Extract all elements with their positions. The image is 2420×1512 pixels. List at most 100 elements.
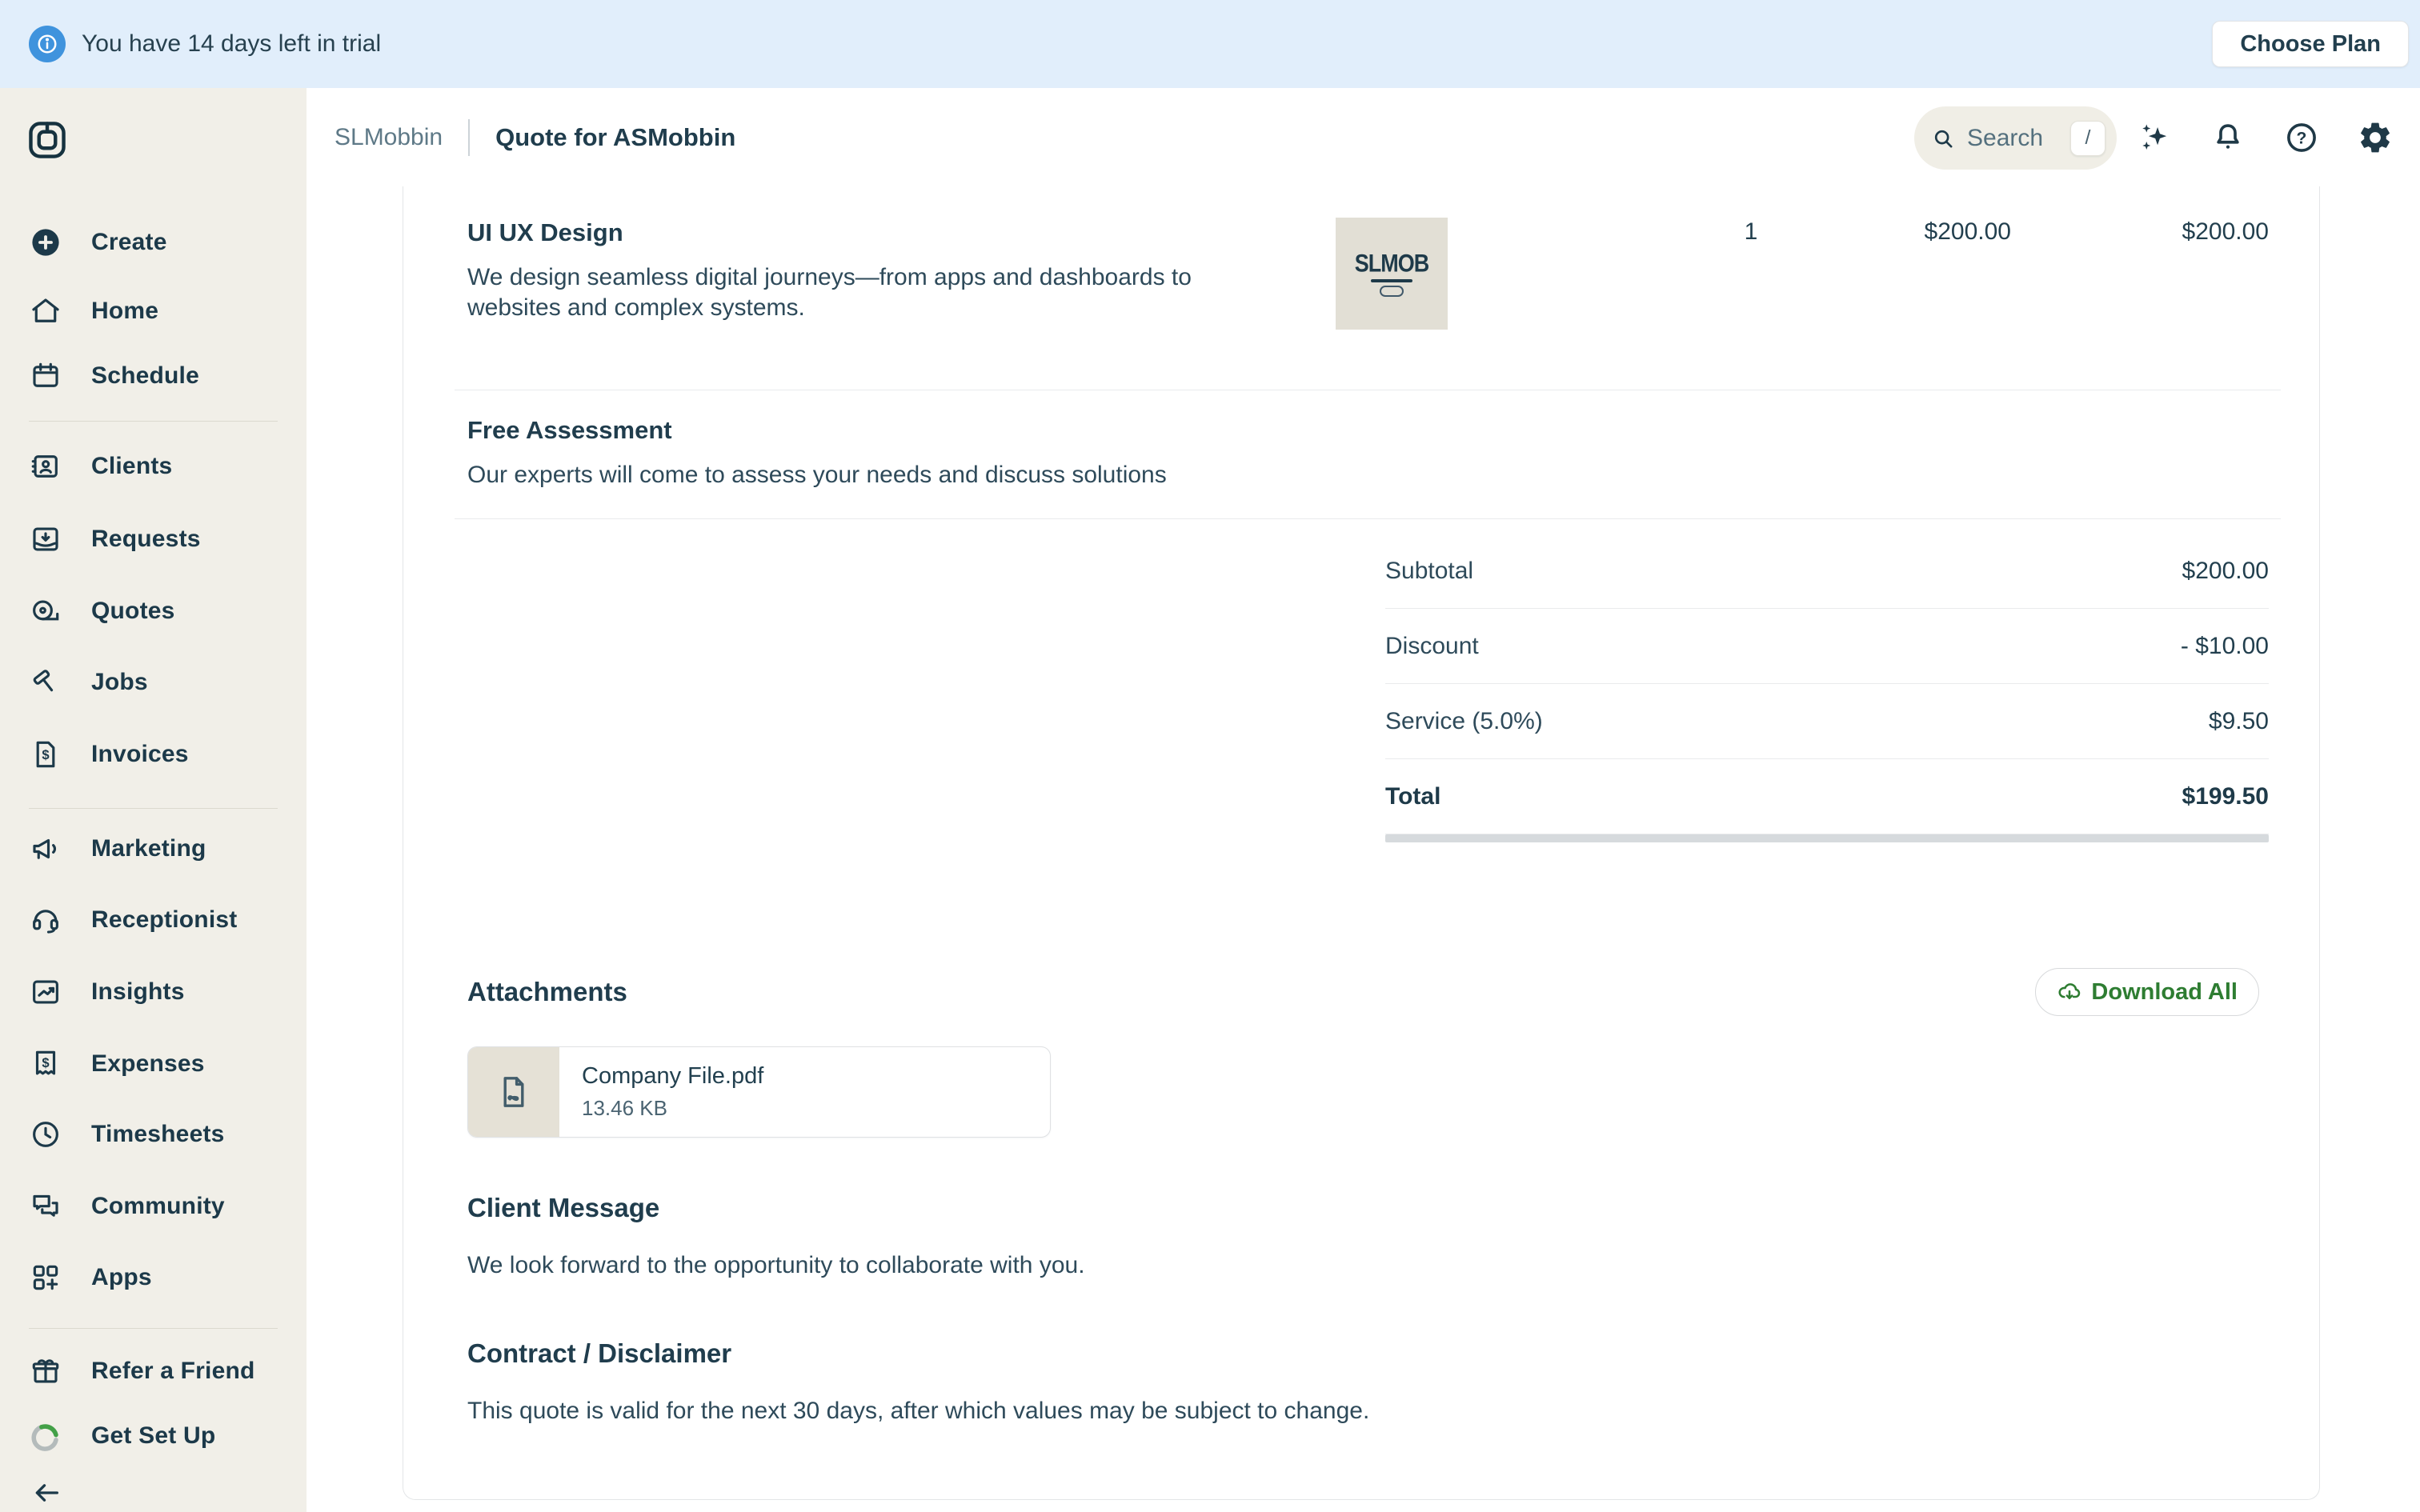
subtotal-row: Subtotal $200.00 — [1385, 534, 2269, 609]
breadcrumb: SLMobbin Quote for ASMobbin — [335, 88, 735, 186]
attachment-file-name: Company File.pdf — [582, 1063, 763, 1090]
thumbnail-decor-badge — [1380, 286, 1404, 297]
sidebar-item-label: Home — [91, 298, 158, 325]
sidebar-item-timesheets[interactable]: Timesheets — [0, 1112, 307, 1157]
thumbnail-decor-line — [1371, 279, 1412, 282]
download-all-label: Download All — [2091, 979, 2238, 1006]
settings-gear-icon[interactable] — [2357, 119, 2394, 156]
quote-card: UI UX Design We design seamless digital … — [403, 186, 2320, 1500]
totals-bottom-bar — [1385, 834, 2269, 842]
total-label: Total — [1385, 783, 1440, 810]
invoice-document-icon: $ — [29, 738, 62, 771]
calendar-icon — [29, 359, 62, 393]
sidebar-item-jobs[interactable]: Jobs — [0, 660, 307, 705]
sidebar-item-label: Marketing — [91, 835, 206, 862]
service-fee-row: Service (5.0%) $9.50 — [1385, 684, 2269, 759]
client-message-heading: Client Message — [467, 1193, 659, 1223]
breadcrumb-divider — [468, 119, 470, 156]
search-input[interactable]: Search / — [1914, 106, 2117, 170]
svg-text:?: ? — [2297, 129, 2307, 147]
sidebar-item-label: Insights — [91, 978, 185, 1006]
sidebar-item-label: Refer a Friend — [91, 1358, 255, 1385]
sidebar-item-receptionist[interactable]: Receptionist — [0, 898, 307, 942]
download-all-button[interactable]: Download All — [2035, 968, 2259, 1016]
sidebar-item-community[interactable]: Community — [0, 1184, 307, 1229]
sidebar-item-label: Expenses — [91, 1050, 205, 1078]
sidebar-divider — [29, 421, 278, 422]
breadcrumb-client[interactable]: SLMobbin — [335, 124, 443, 151]
discount-label: Discount — [1385, 633, 1479, 660]
contract-disclaimer-text: This quote is valid for the next 30 days… — [467, 1398, 1369, 1425]
chat-bubbles-icon — [29, 1190, 62, 1223]
svg-text:$: $ — [42, 747, 49, 762]
sidebar-item-label: Requests — [91, 526, 201, 553]
attachment-file-meta: Company File.pdf 13.46 KB — [559, 1047, 763, 1137]
gift-icon — [29, 1354, 62, 1388]
hammer-icon — [29, 666, 62, 699]
info-icon — [29, 26, 66, 62]
sidebar-item-label: Jobs — [91, 669, 148, 696]
sidebar-item-schedule[interactable]: Schedule — [0, 354, 307, 398]
total-value: $199.50 — [2182, 783, 2269, 810]
sidebar-item-label: Receptionist — [91, 906, 237, 934]
total-row: Total $199.50 — [1385, 759, 2269, 834]
attachments-heading: Attachments — [467, 977, 627, 1007]
sidebar-item-label: Community — [91, 1193, 225, 1220]
headset-icon — [29, 903, 62, 937]
search-placeholder: Search — [1967, 125, 2043, 152]
sidebar-item-clients[interactable]: Clients — [0, 444, 307, 489]
search-shortcut-key: / — [2070, 121, 2105, 156]
contact-card-icon — [29, 450, 62, 483]
plus-circle-icon — [29, 226, 62, 259]
line-item-thumbnail[interactable]: SLMOB — [1336, 218, 1448, 330]
sidebar-item-refer-a-friend[interactable]: Refer a Friend — [0, 1349, 307, 1394]
sidebar-item-create[interactable]: Create — [0, 220, 307, 265]
line-item-name: UI UX Design — [467, 218, 623, 247]
insights-chart-icon — [29, 975, 62, 1009]
pdf-file-icon — [468, 1047, 559, 1137]
discount-value: - $10.00 — [2181, 633, 2269, 660]
sidebar-item-apps[interactable]: Apps — [0, 1255, 307, 1300]
collapse-sidebar-arrow-icon[interactable] — [24, 1470, 69, 1512]
sidebar-item-label: Timesheets — [91, 1121, 225, 1148]
notifications-bell-icon[interactable] — [2210, 119, 2246, 156]
sidebar-item-expenses[interactable]: $ Expenses — [0, 1042, 307, 1086]
line-item-total: $200.00 — [2060, 218, 2269, 246]
choose-plan-button[interactable]: Choose Plan — [2212, 21, 2409, 67]
sidebar-item-insights[interactable]: Insights — [0, 970, 307, 1014]
inbox-request-icon — [29, 522, 62, 556]
megaphone-icon — [29, 832, 62, 866]
thumbnail-logo-text: SLMOB — [1355, 249, 1429, 278]
sidebar-divider — [29, 1328, 278, 1329]
home-icon — [29, 294, 62, 328]
app-logo-icon[interactable] — [25, 118, 70, 162]
attachment-file-size: 13.46 KB — [582, 1096, 763, 1121]
line-item-divider — [455, 518, 2281, 519]
svg-text:$: $ — [42, 1055, 49, 1070]
client-message-text: We look forward to the opportunity to co… — [467, 1252, 1085, 1279]
sidebar-item-label: Quotes — [91, 598, 175, 625]
sidebar-item-quotes[interactable]: Quotes — [0, 589, 307, 634]
sidebar-item-invoices[interactable]: $ Invoices — [0, 732, 307, 777]
attachment-file-card[interactable]: Company File.pdf 13.46 KB — [467, 1046, 1051, 1138]
sidebar-item-marketing[interactable]: Marketing — [0, 826, 307, 871]
ai-sparkles-icon[interactable] — [2137, 119, 2174, 156]
page-title: Quote for ASMobbin — [495, 123, 735, 152]
apps-grid-icon — [29, 1261, 62, 1294]
sidebar-item-label: Schedule — [91, 362, 199, 390]
sidebar-item-get-set-up[interactable]: Get Set Up — [0, 1414, 307, 1458]
sidebar-item-requests[interactable]: Requests — [0, 517, 307, 562]
contract-disclaimer-heading: Contract / Disclaimer — [467, 1338, 731, 1369]
service-fee-value: $9.50 — [2209, 708, 2269, 735]
trial-banner: You have 14 days left in trial Choose Pl… — [0, 0, 2420, 88]
totals-table: Subtotal $200.00 Discount - $10.00 Servi… — [1385, 534, 2269, 842]
app-window: You have 14 days left in trial Choose Pl… — [0, 0, 2420, 1512]
service-fee-label: Service (5.0%) — [1385, 708, 1543, 735]
sidebar-item-label: Apps — [91, 1264, 152, 1291]
sidebar-item-label: Create — [91, 229, 167, 256]
sidebar-item-home[interactable]: Home — [0, 289, 307, 334]
search-icon — [1930, 126, 1956, 151]
help-icon[interactable]: ? — [2283, 119, 2320, 156]
page-header: SLMobbin Quote for ASMobbin Search / ? — [307, 88, 2420, 186]
line-item-qty: 1 — [1687, 218, 1815, 246]
